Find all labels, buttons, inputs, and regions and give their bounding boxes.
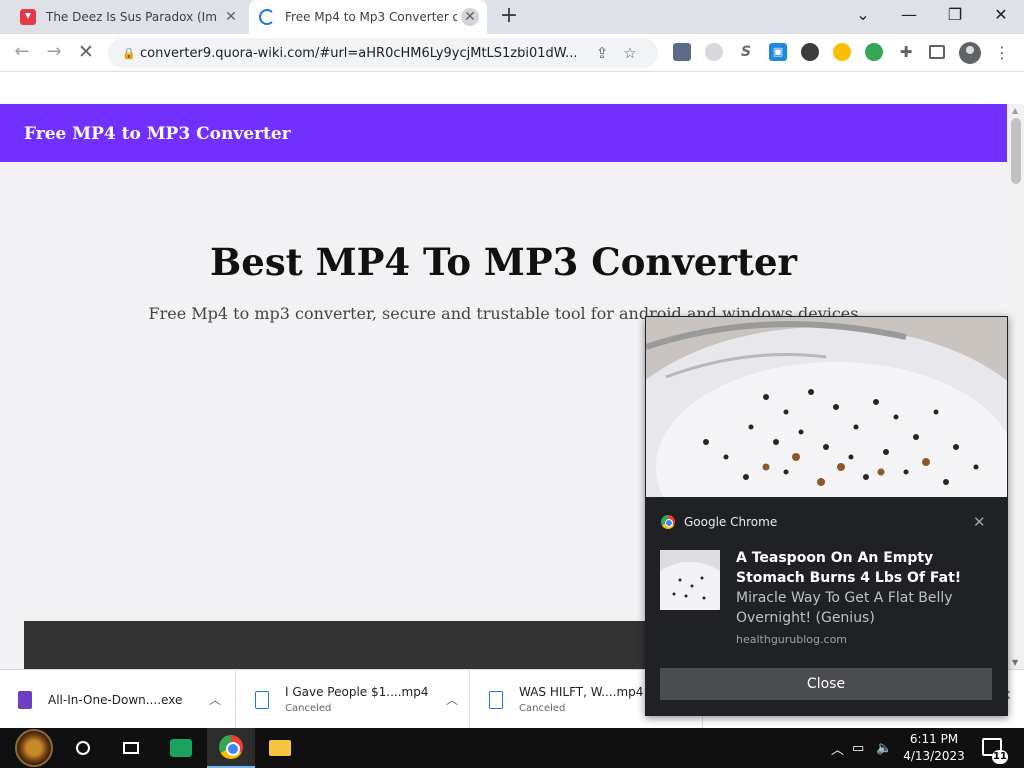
extension-grey-circle-icon[interactable]	[705, 43, 723, 61]
notification-message[interactable]: Miracle Way To Get A Flat Belly Overnigh…	[736, 588, 996, 628]
back-arrow-icon[interactable]: ←	[10, 40, 34, 64]
chrome-icon	[219, 735, 243, 759]
download-item[interactable]: All-In-One-Down....exe ︿	[0, 670, 236, 729]
taskbar-sheets-app[interactable]	[157, 728, 205, 768]
restore-button[interactable]: ❐	[932, 0, 978, 34]
tab-mp4-converter[interactable]: Free Mp4 to Mp3 Converter on ✕	[249, 0, 487, 34]
loading-spinner-icon	[259, 9, 275, 25]
extension-clock-icon[interactable]	[833, 43, 851, 61]
file-icon	[255, 690, 269, 709]
side-panel-icon[interactable]	[929, 45, 945, 59]
taskbar-chrome-app[interactable]	[207, 728, 255, 768]
notification-title[interactable]: A Teaspoon On An Empty Stomach Burns 4 L…	[736, 548, 996, 588]
extension-dark-cat-icon[interactable]	[801, 43, 819, 61]
notification-app-name: Google Chrome	[684, 515, 778, 529]
notification-count-badge: 11	[992, 750, 1008, 764]
bookmark-star-icon[interactable]: ☆	[616, 44, 644, 62]
tab-search-chevron-icon[interactable]: ⌄	[840, 0, 886, 34]
task-view-icon	[123, 742, 139, 754]
site-brand[interactable]: Free MP4 to MP3 Converter	[24, 124, 291, 144]
url-text[interactable]: converter9.quora-wiki.com/#url=aHR0cHM6L…	[140, 46, 588, 61]
tab-strip: The Deez Is Sus Paradox (Imp ✕ Free Mp4 …	[0, 0, 1024, 34]
chrome-logo-icon	[661, 515, 675, 529]
new-tab-button[interactable]: +	[498, 5, 520, 28]
network-icon[interactable]: ▭	[852, 728, 864, 768]
notification-close-icon[interactable]: ✕	[973, 513, 986, 531]
search-button[interactable]	[59, 728, 107, 768]
start-button[interactable]	[10, 728, 58, 768]
chevron-up-icon[interactable]: ︿	[206, 691, 224, 708]
extension-image-icon[interactable]	[673, 43, 691, 61]
extension-blue-box-icon[interactable]: ▣	[769, 43, 787, 61]
volume-muted-icon[interactable]: 🔈	[876, 728, 892, 768]
close-tab-icon[interactable]: ✕	[222, 8, 240, 26]
minimize-button[interactable]: —	[886, 0, 932, 34]
download-app-icon	[20, 9, 36, 25]
stop-loading-icon[interactable]: ✕	[74, 40, 98, 64]
show-hidden-icons-chevron-icon[interactable]: ︿	[831, 728, 844, 768]
scrollbar-thumb[interactable]	[1011, 118, 1021, 184]
notification-hero-image	[646, 317, 1007, 497]
notification-thumbnail	[660, 550, 720, 610]
folder-icon	[269, 740, 291, 756]
tab-title: Free Mp4 to Mp3 Converter on	[285, 10, 457, 24]
download-name: All-In-One-Down....exe	[48, 692, 183, 707]
chrome-notification: Google Chrome ✕ A Teaspoon On An Empty S…	[645, 316, 1008, 716]
download-name: I Gave People $1....mp4	[285, 685, 429, 699]
windows-taskbar: ︿ ▭ 🔈 6:11 PM 4/13/2023 11	[0, 728, 1024, 768]
taskbar-file-explorer[interactable]	[256, 728, 304, 768]
close-tab-icon[interactable]: ✕	[461, 8, 479, 26]
scroll-down-arrow-icon[interactable]: ▼	[1012, 658, 1018, 667]
notification-close-button[interactable]: Close	[660, 668, 992, 700]
forward-arrow-icon[interactable]: →	[42, 40, 66, 64]
tab-deez-paradox[interactable]: The Deez Is Sus Paradox (Imp ✕	[10, 0, 245, 34]
notification-header: Google Chrome	[661, 515, 777, 529]
scroll-up-arrow-icon[interactable]: ▲	[1012, 106, 1018, 115]
profile-avatar-icon[interactable]	[959, 42, 981, 64]
clock-time: 6:11 PM	[909, 732, 959, 746]
kebab-menu-icon[interactable]: ⋮	[993, 42, 1011, 64]
tab-title: The Deez Is Sus Paradox (Imp	[46, 10, 218, 24]
sheets-icon	[170, 739, 192, 757]
extensions-puzzle-icon[interactable]: ✚	[897, 43, 915, 61]
notification-source: healthgurublog.com	[736, 633, 848, 646]
address-bar[interactable]: 🔒 converter9.quora-wiki.com/#url=aHR0cHM…	[108, 38, 658, 68]
download-item[interactable]: I Gave People $1....mp4 Canceled ︿	[237, 670, 470, 729]
chevron-up-icon[interactable]: ︿	[443, 691, 461, 708]
site-header: Free MP4 to MP3 Converter	[0, 104, 1007, 162]
search-icon	[76, 741, 90, 755]
extension-s-icon[interactable]: S	[737, 43, 755, 61]
share-icon[interactable]: ⇪	[588, 44, 616, 62]
vertical-scrollbar[interactable]: ▲ ▼	[1008, 104, 1024, 669]
extension-green-globe-icon[interactable]	[865, 43, 883, 61]
task-view-button[interactable]	[107, 728, 155, 768]
clock-date: 4/13/2023	[903, 749, 965, 763]
taskbar-clock[interactable]: 6:11 PM 4/13/2023	[898, 731, 970, 765]
download-status: Canceled	[285, 703, 332, 714]
close-window-button[interactable]: ✕	[978, 0, 1024, 34]
exe-file-icon	[18, 690, 32, 709]
start-orb-icon	[15, 729, 53, 767]
lock-icon[interactable]: 🔒	[118, 47, 140, 60]
file-icon	[489, 690, 503, 709]
page-title: Best MP4 To MP3 Converter	[210, 240, 797, 284]
